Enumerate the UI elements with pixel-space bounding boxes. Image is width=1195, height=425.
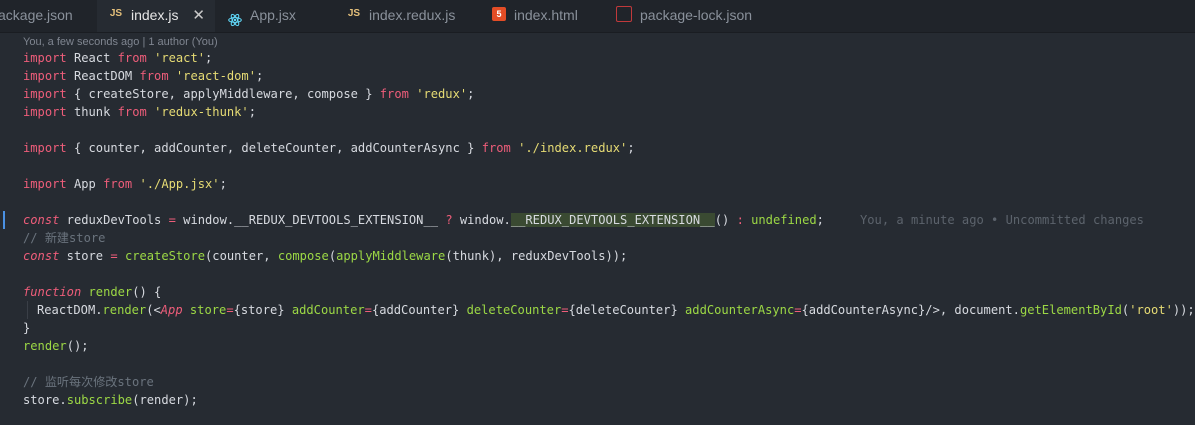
- npm-icon: [616, 6, 632, 23]
- code-line: import App from './App.jsx';: [23, 177, 227, 191]
- code-line: import thunk from 'redux-thunk';: [23, 105, 256, 119]
- tab-label: ackage.json: [0, 7, 73, 23]
- code-line: function render() {: [23, 285, 162, 299]
- code-comment: // 监听每次修改store: [23, 375, 154, 389]
- tab-app-jsx[interactable]: App.jsx: [228, 0, 338, 32]
- codelens-blame[interactable]: You, a few seconds ago | 1 author (You): [23, 36, 218, 48]
- js-file-icon: JS: [347, 8, 361, 20]
- react-icon: [228, 7, 242, 27]
- tab-label: index.html: [514, 7, 578, 23]
- code-line: import React from 'react';: [23, 51, 213, 65]
- code-line: const store = createStore(counter, compo…: [23, 249, 628, 263]
- tab-index-html[interactable]: 5 index.html: [492, 0, 602, 32]
- tab-package-json[interactable]: ackage.json: [0, 0, 94, 32]
- close-icon[interactable]: ✕: [192, 0, 205, 30]
- tab-label: index.redux.js: [369, 7, 456, 23]
- code-line: import ReactDOM from 'react-dom';: [23, 69, 264, 83]
- code-comment: // 新建store: [23, 231, 106, 245]
- inline-blame-annotation: You, a minute ago • Uncommitted changes: [860, 213, 1144, 227]
- code-line: const reduxDevTools = window.__REDUX_DEV…: [23, 213, 824, 227]
- code-line: store.subscribe(render);: [23, 393, 198, 407]
- editor-tab-bar: ackage.json JS index.js ✕ App.jsx JS index…: [0, 0, 1195, 33]
- js-file-icon: JS: [109, 8, 123, 20]
- code-editor[interactable]: You, a few seconds ago | 1 author (You) …: [0, 33, 1195, 425]
- code-line: }: [23, 321, 31, 335]
- tab-label: App.jsx: [250, 7, 296, 23]
- git-change-marker[interactable]: [3, 211, 5, 229]
- tab-label: index.js: [131, 7, 179, 23]
- tab-index-js[interactable]: JS index.js ✕: [97, 0, 215, 32]
- tab-label: package-lock.json: [640, 7, 753, 23]
- code-line: import { createStore, applyMiddleware, c…: [23, 87, 475, 101]
- code-line: import { counter, addCounter, deleteCoun…: [23, 141, 635, 155]
- tab-index-redux-js[interactable]: JS index.redux.js: [347, 0, 477, 32]
- tab-package-lock-json[interactable]: package-lock.json: [616, 0, 786, 32]
- indent-guide: [27, 301, 28, 319]
- html5-icon: 5: [492, 7, 506, 22]
- code-line: ReactDOM.render(<App store={store} addCo…: [37, 303, 1195, 317]
- code-line: render();: [23, 339, 89, 353]
